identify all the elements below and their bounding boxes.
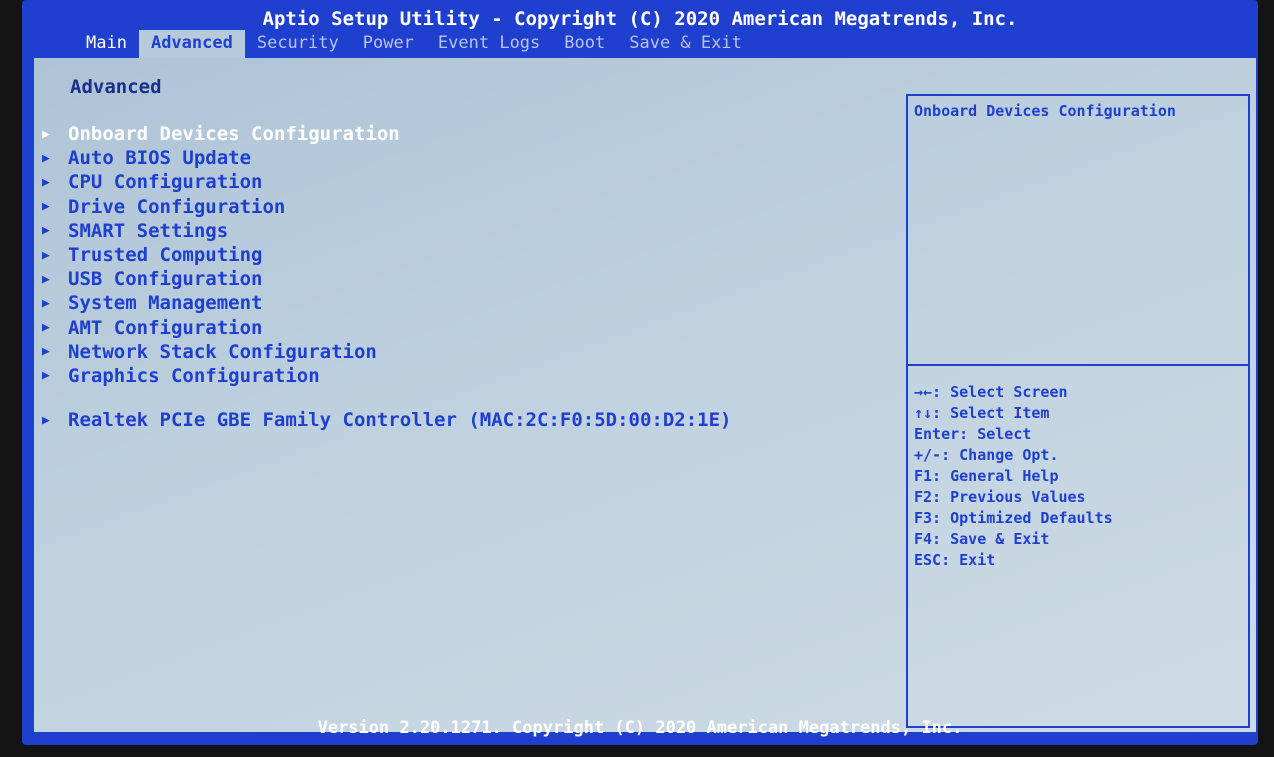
menu-list: ▶ Onboard Devices Configuration ▶ Auto B… <box>42 122 731 432</box>
help-text: Onboard Devices Configuration <box>914 102 1176 120</box>
menu-item-label: Network Stack Configuration <box>68 340 377 363</box>
help-divider <box>908 364 1248 366</box>
key-help-select-screen: →←: Select Screen <box>914 383 1068 401</box>
menu-item-label: Auto BIOS Update <box>68 147 252 170</box>
key-help-f1: F1: General Help <box>914 467 1059 485</box>
tab-bar: Main Advanced Security Power Event Logs … <box>74 30 754 60</box>
submenu-arrow-icon: ▶ <box>42 247 50 263</box>
submenu-arrow-icon: ▶ <box>42 150 50 166</box>
submenu-arrow-icon: ▶ <box>42 126 50 142</box>
key-help-f2: F2: Previous Values <box>914 488 1086 506</box>
menu-panel: Advanced ▶ Onboard Devices Configuration… <box>34 58 906 732</box>
tab-main[interactable]: Main <box>74 30 139 60</box>
key-help-change-opt: +/-: Change Opt. <box>914 446 1059 464</box>
submenu-arrow-icon: ▶ <box>42 223 50 239</box>
key-help-f3: F3: Optimized Defaults <box>914 509 1113 527</box>
tab-save-exit[interactable]: Save & Exit <box>617 30 754 60</box>
tab-power[interactable]: Power <box>351 30 426 60</box>
menu-item-label: AMT Configuration <box>68 316 263 339</box>
submenu-arrow-icon: ▶ <box>42 344 50 360</box>
menu-item-label: System Management <box>68 292 263 315</box>
submenu-arrow-icon: ▶ <box>42 199 50 215</box>
menu-item-label: Realtek PCIe GBE Family Controller (MAC:… <box>68 409 732 432</box>
menu-item-realtek-controller[interactable]: ▶ Realtek PCIe GBE Family Controller (MA… <box>42 408 731 432</box>
menu-item-drive-configuration[interactable]: ▶ Drive Configuration <box>42 195 731 219</box>
menu-item-usb-configuration[interactable]: ▶ USB Configuration <box>42 267 731 291</box>
menu-item-network-stack[interactable]: ▶ Network Stack Configuration <box>42 340 731 364</box>
tab-security[interactable]: Security <box>245 30 351 60</box>
menu-item-label: Drive Configuration <box>68 195 286 218</box>
key-help-enter: Enter: Select <box>914 425 1032 443</box>
menu-item-label: Graphics Configuration <box>68 364 320 387</box>
menu-item-label: Trusted Computing <box>68 244 263 267</box>
menu-item-label: SMART Settings <box>68 219 229 242</box>
bios-title: Aptio Setup Utility - Copyright (C) 2020… <box>262 8 1018 30</box>
menu-item-smart-settings[interactable]: ▶ SMART Settings <box>42 219 731 243</box>
menu-item-system-management[interactable]: ▶ System Management <box>42 291 731 315</box>
key-help-f4: F4: Save & Exit <box>914 530 1050 548</box>
submenu-arrow-icon: ▶ <box>42 412 50 428</box>
menu-item-amt-configuration[interactable]: ▶ AMT Configuration <box>42 316 731 340</box>
key-help-esc: ESC: Exit <box>914 551 996 569</box>
key-help-list: →←: Select Screen ↑↓: Select Item Enter:… <box>914 382 1113 571</box>
key-help-select-item: ↑↓: Select Item <box>914 404 1050 422</box>
main-panel: Advanced ▶ Onboard Devices Configuration… <box>34 58 1256 732</box>
menu-item-onboard-devices[interactable]: ▶ Onboard Devices Configuration <box>42 122 731 146</box>
menu-item-auto-bios-update[interactable]: ▶ Auto BIOS Update <box>42 146 731 170</box>
submenu-arrow-icon: ▶ <box>42 271 50 287</box>
tab-advanced[interactable]: Advanced <box>138 30 245 60</box>
submenu-arrow-icon: ▶ <box>42 368 50 384</box>
menu-item-trusted-computing[interactable]: ▶ Trusted Computing <box>42 243 731 267</box>
menu-item-cpu-configuration[interactable]: ▶ CPU Configuration <box>42 170 731 194</box>
bios-screen: Aptio Setup Utility - Copyright (C) 2020… <box>22 0 1258 745</box>
submenu-arrow-icon: ▶ <box>42 320 50 336</box>
tab-boot[interactable]: Boot <box>552 30 617 60</box>
help-panel: Onboard Devices Configuration →←: Select… <box>908 94 1250 728</box>
tab-event-logs[interactable]: Event Logs <box>426 30 552 60</box>
version-footer: Version 2.20.1271. Copyright (C) 2020 Am… <box>317 718 963 738</box>
submenu-arrow-icon: ▶ <box>42 295 50 311</box>
page-title: Advanced <box>70 76 162 98</box>
menu-item-label: USB Configuration <box>68 268 263 291</box>
menu-item-label: Onboard Devices Configuration <box>68 123 400 146</box>
menu-item-graphics-configuration[interactable]: ▶ Graphics Configuration <box>42 364 731 388</box>
submenu-arrow-icon: ▶ <box>42 174 50 190</box>
menu-item-label: CPU Configuration <box>68 171 263 194</box>
